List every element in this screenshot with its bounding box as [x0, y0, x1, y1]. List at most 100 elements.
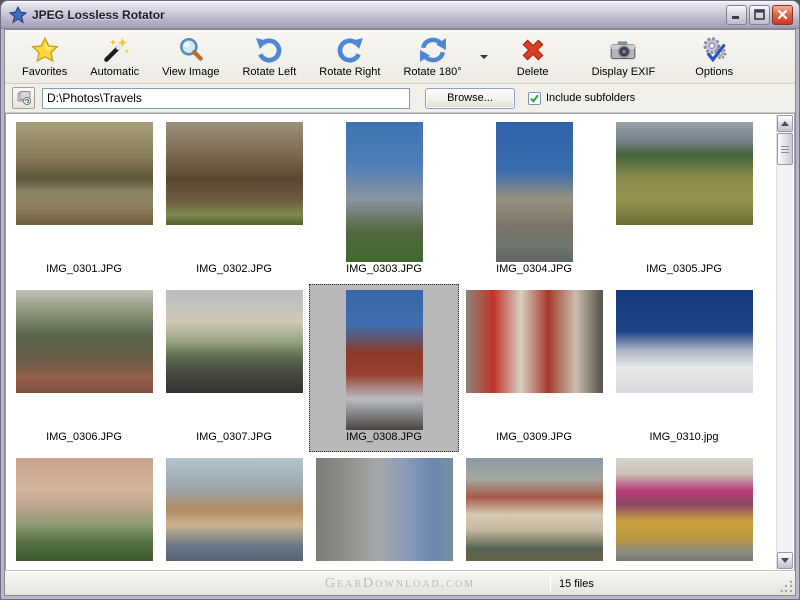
thumbnail-filename: IMG_0309.JPG [459, 431, 609, 443]
thumbnail-cell[interactable]: IMG_0304.JPG [459, 116, 609, 284]
folder-history-button[interactable] [12, 87, 35, 109]
thumbnail-cell[interactable]: IMG_0301.JPG [9, 116, 159, 284]
window-title: JPEG Lossless Rotator [32, 8, 165, 22]
file-count: 15 files [551, 572, 779, 595]
display-exif-label: Display EXIF [592, 66, 656, 78]
rotate-180-button[interactable]: Rotate 180° [396, 33, 468, 81]
thumbnail-filename: IMG_0304.JPG [459, 263, 609, 275]
thumbnail-cell[interactable]: IMG_0308.JPG [309, 284, 459, 452]
titlebar: JPEG Lossless Rotator [1, 1, 799, 29]
scroll-down-button[interactable] [777, 552, 793, 569]
thumbnail-image[interactable] [16, 122, 153, 225]
thumbnail-image[interactable] [616, 458, 753, 561]
thumbnail-image[interactable] [16, 458, 153, 561]
thumbnail-cell[interactable]: IMG_0307.JPG [159, 284, 309, 452]
minimize-button[interactable] [726, 5, 747, 25]
app-logo-icon [9, 6, 27, 24]
app-window: JPEG Lossless Rotator Favorites [0, 0, 800, 600]
magnifier-icon [177, 36, 205, 64]
maximize-button[interactable] [749, 5, 770, 25]
options-label: Options [695, 66, 733, 78]
thumbnail-cell[interactable]: IMG_0306.JPG [9, 284, 159, 452]
thumbnail-filename: IMG_0301.JPG [9, 263, 159, 275]
browse-button[interactable]: Browse... [425, 88, 515, 109]
rotate-left-button[interactable]: Rotate Left [235, 33, 303, 81]
include-subfolders-label: Include subfolders [546, 92, 635, 104]
favorites-button[interactable]: Favorites [15, 33, 74, 81]
thumbnail-image[interactable] [166, 458, 303, 561]
thumbnail-filename: IMG_0302.JPG [159, 263, 309, 275]
thumbnail-cell[interactable]: IMG_0309.JPG [459, 284, 609, 452]
thumbnail-cell[interactable] [309, 452, 459, 571]
maximize-icon [754, 9, 765, 20]
rotate-180-label: Rotate 180° [403, 66, 461, 78]
rotate-180-icon [419, 36, 447, 64]
thumbnail-image[interactable] [466, 458, 603, 561]
close-button[interactable] [772, 5, 793, 25]
arrow-up-icon [781, 121, 789, 126]
view-image-label: View Image [162, 66, 219, 78]
chevron-down-icon [480, 55, 488, 59]
thumbnail-image[interactable] [616, 122, 753, 225]
include-subfolders-checkbox[interactable] [528, 92, 541, 105]
thumbnail-cell[interactable]: IMG_0302.JPG [159, 116, 309, 284]
thumbnail-filename: IMG_0307.JPG [159, 431, 309, 443]
thumbnail-filename: IMG_0308.JPG [309, 431, 459, 443]
toolbar: Favorites Automatic View Image [5, 30, 795, 84]
window-frame: Favorites Automatic View Image [4, 29, 796, 596]
resize-grip[interactable] [779, 572, 795, 595]
photo-folder-icon [16, 90, 32, 106]
thumbnail-cell[interactable] [609, 452, 759, 571]
thumbnail-image[interactable] [346, 290, 423, 430]
scroll-up-button[interactable] [777, 115, 793, 132]
favorites-label: Favorites [22, 66, 67, 78]
close-icon [777, 9, 788, 20]
thumbnail-image[interactable] [166, 122, 303, 225]
statusbar: 15 files GearDownload.com [5, 571, 795, 595]
statusbar-left-pane [5, 572, 550, 595]
view-image-button[interactable]: View Image [155, 33, 226, 81]
thumbnail-grid: IMG_0301.JPG IMG_0302.JPG IMG_0303.JPG I… [9, 116, 759, 571]
options-button[interactable]: Options [685, 33, 743, 81]
display-exif-button[interactable]: Display EXIF [585, 33, 663, 81]
include-subfolders-option[interactable]: Include subfolders [528, 92, 635, 105]
rotate-left-icon [255, 36, 283, 64]
gears-icon [700, 36, 728, 64]
thumbnail-image[interactable] [316, 458, 453, 561]
automatic-label: Automatic [90, 66, 139, 78]
thumbnail-cell[interactable]: IMG_0310.jpg [609, 284, 759, 452]
vertical-scrollbar[interactable] [776, 115, 793, 569]
checkmark-icon [529, 93, 540, 104]
rotate-180-dropdown[interactable] [478, 33, 490, 81]
thumbnail-image[interactable] [616, 290, 753, 393]
thumbnail-cell[interactable] [459, 452, 609, 571]
thumbnail-image[interactable] [346, 122, 423, 262]
thumbnail-filename: IMG_0306.JPG [9, 431, 159, 443]
thumbnail-image[interactable] [466, 290, 603, 393]
thumbnail-cell[interactable] [159, 452, 309, 571]
red-x-icon [519, 36, 547, 64]
rotate-right-label: Rotate Right [319, 66, 380, 78]
delete-button[interactable]: Delete [504, 33, 562, 81]
scrollbar-grip-icon [781, 146, 789, 153]
thumbnail-image[interactable] [16, 290, 153, 393]
thumbnail-panel: IMG_0301.JPG IMG_0302.JPG IMG_0303.JPG I… [5, 113, 795, 571]
scrollbar-thumb[interactable] [777, 133, 793, 165]
delete-label: Delete [517, 66, 549, 78]
rotate-right-button[interactable]: Rotate Right [312, 33, 387, 81]
thumbnail-cell[interactable]: IMG_0303.JPG [309, 116, 459, 284]
pathbar: Browse... Include subfolders [5, 84, 795, 113]
thumbnail-filename: IMG_0303.JPG [309, 263, 459, 275]
thumbnail-image[interactable] [166, 290, 303, 393]
minimize-icon [731, 9, 742, 20]
magic-wand-icon [101, 36, 129, 64]
path-input[interactable] [42, 88, 410, 109]
star-icon [31, 36, 59, 64]
rotate-left-label: Rotate Left [242, 66, 296, 78]
thumbnail-cell[interactable]: IMG_0305.JPG [609, 116, 759, 284]
automatic-button[interactable]: Automatic [83, 33, 146, 81]
thumbnail-filename: IMG_0305.JPG [609, 263, 759, 275]
arrow-down-icon [781, 558, 789, 563]
thumbnail-image[interactable] [496, 122, 573, 262]
thumbnail-cell[interactable] [9, 452, 159, 571]
